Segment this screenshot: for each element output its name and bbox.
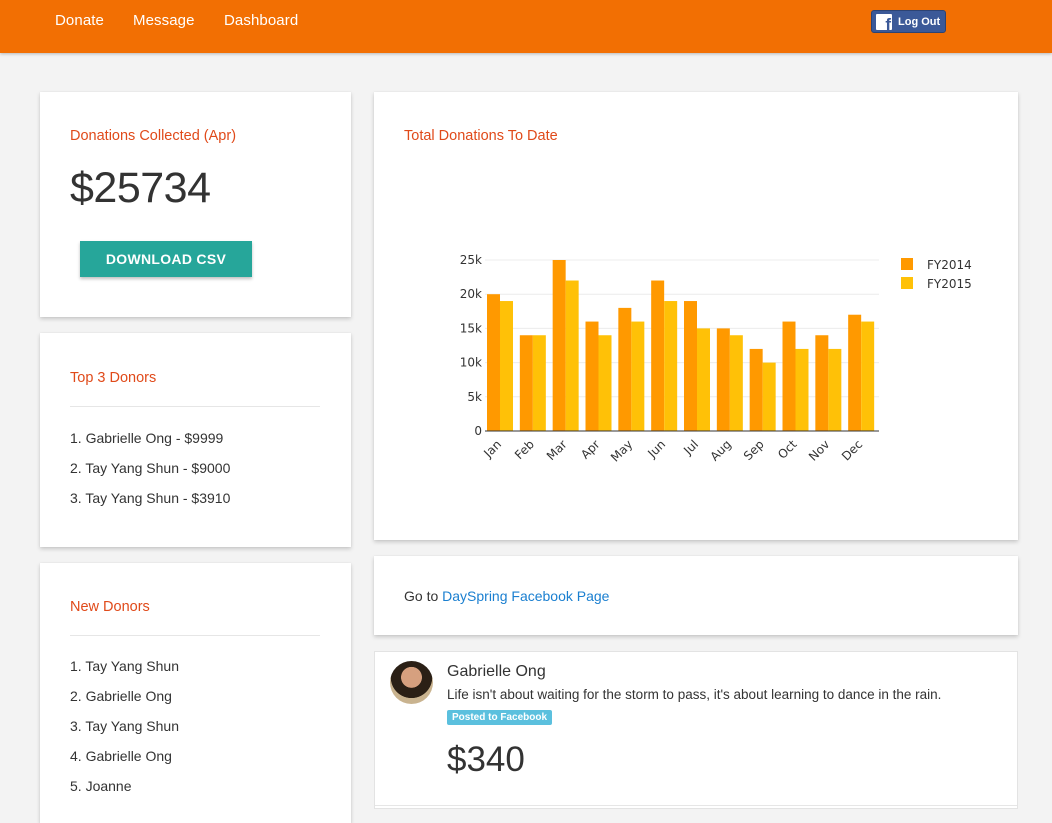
x-tick-label: Apr <box>578 437 603 462</box>
bar-fy2015-jan <box>500 301 513 431</box>
bar-fy2014-mar <box>552 260 566 431</box>
bar-fy2014-jul <box>684 301 697 431</box>
top-navbar: Donate Message Dashboard f Log Out <box>0 0 1052 53</box>
top-donors-card: Top 3 Donors 1. Gabrielle Ong - $9999 2.… <box>40 333 351 547</box>
y-tick-label: 10k <box>460 356 482 370</box>
legend-label-fy2015: FY2015 <box>927 277 972 291</box>
list-item: 4. Gabrielle Ong <box>70 748 172 764</box>
nav-dashboard-link[interactable]: Dashboard <box>224 12 298 29</box>
bar-fy2014-apr <box>585 321 599 431</box>
donation-post-card: Gabrielle Ong Life isn't about waiting f… <box>374 651 1018 809</box>
list-item: 2. Gabrielle Ong <box>70 688 172 704</box>
bar-fy2015-mar <box>565 280 579 431</box>
post-donation-amount: $340 <box>447 740 525 779</box>
x-tick-label: Dec <box>839 437 865 463</box>
top-donors-title: Top 3 Donors <box>70 370 157 386</box>
y-tick-label: 25k <box>460 253 482 267</box>
x-tick-label: Aug <box>707 437 733 463</box>
bar-fy2015-may <box>631 321 645 431</box>
facebook-page-card: Go to DaySpring Facebook Page <box>374 556 1018 635</box>
donations-collected-card: Donations Collected (Apr) $25734 DOWNLOA… <box>40 92 351 317</box>
posted-to-facebook-badge: Posted to Facebook <box>447 710 553 725</box>
new-donors-divider <box>70 635 320 636</box>
bar-fy2015-dec <box>861 321 875 431</box>
bar-fy2014-aug <box>716 328 730 431</box>
download-csv-button[interactable]: DOWNLOAD CSV <box>80 241 252 277</box>
y-tick-label: 5k <box>467 390 482 404</box>
new-donors-card: New Donors 1. Tay Yang Shun 2. Gabrielle… <box>40 563 351 823</box>
avatar <box>390 661 433 704</box>
x-tick-label: May <box>608 437 635 464</box>
list-item: 1. Gabrielle Ong - $9999 <box>70 430 224 446</box>
facebook-page-prefix: Go to <box>404 588 443 604</box>
legend-label-fy2014: FY2014 <box>927 258 972 272</box>
donations-collected-title: Donations Collected (Apr) <box>70 128 237 144</box>
list-item: 2. Tay Yang Shun - $9000 <box>70 460 231 476</box>
bar-fy2015-feb <box>532 335 546 431</box>
post-divider <box>375 805 1017 806</box>
bar-fy2015-oct <box>795 348 809 431</box>
legend-swatch-fy2015 <box>901 277 913 289</box>
facebook-logout-button[interactable]: f Log Out <box>871 10 946 33</box>
bar-fy2015-sep <box>762 362 776 431</box>
post-message: Life isn't about waiting for the storm t… <box>447 687 942 702</box>
y-tick-label: 15k <box>460 321 482 335</box>
x-tick-label: Mar <box>544 437 570 463</box>
nav-donate-link[interactable]: Donate <box>55 12 104 29</box>
bar-fy2015-jul <box>697 328 710 431</box>
bar-fy2014-may <box>618 307 632 431</box>
y-tick-label: 0 <box>474 424 482 438</box>
x-tick-label: Sep <box>741 437 767 463</box>
bar-fy2014-nov <box>815 335 829 431</box>
bar-fy2014-oct <box>782 321 796 431</box>
donations-amount: $25734 <box>70 164 211 212</box>
y-tick-label: 20k <box>460 287 482 301</box>
bar-fy2014-sep <box>749 348 763 431</box>
list-item: 3. Tay Yang Shun - $3910 <box>70 490 231 506</box>
bar-fy2014-feb <box>519 335 533 431</box>
bar-fy2014-dec <box>848 314 862 431</box>
bar-fy2014-jan <box>487 294 500 431</box>
post-author-name: Gabrielle Ong <box>447 663 546 680</box>
bar-fy2015-jun <box>664 301 678 431</box>
facebook-page-line: Go to DaySpring Facebook Page <box>404 588 609 604</box>
logout-label: Log Out <box>898 15 941 28</box>
x-tick-label: Feb <box>512 437 537 462</box>
x-tick-label: Jun <box>644 437 668 461</box>
list-item: 1. Tay Yang Shun <box>70 658 179 674</box>
x-tick-label: Oct <box>775 437 800 462</box>
list-item: 5. Joanne <box>70 778 132 794</box>
bar-fy2015-apr <box>598 335 612 431</box>
new-donors-title: New Donors <box>70 599 150 615</box>
top-donors-divider <box>70 406 320 407</box>
total-donations-card: Total Donations To Date 0 5k 10k 15k 20k 25k J… <box>374 92 1018 540</box>
x-tick-label: Jul <box>680 437 701 458</box>
facebook-page-link[interactable]: DaySpring Facebook Page <box>442 588 609 604</box>
x-tick-label: Jan <box>480 437 504 461</box>
bar-fy2014-jun <box>651 280 665 431</box>
facebook-icon: f <box>876 13 892 30</box>
x-tick-label: Nov <box>806 437 832 463</box>
list-item: 3. Tay Yang Shun <box>70 718 179 734</box>
bar-fy2015-aug <box>729 335 743 431</box>
bar-fy2015-nov <box>828 348 842 431</box>
donations-bar-chart: 0 5k 10k 15k 20k 25k Jan Feb Mar Apr May Jun Jul Aug S… <box>460 253 972 465</box>
nav-message-link[interactable]: Message <box>133 12 195 29</box>
legend-swatch-fy2014 <box>901 258 913 270</box>
